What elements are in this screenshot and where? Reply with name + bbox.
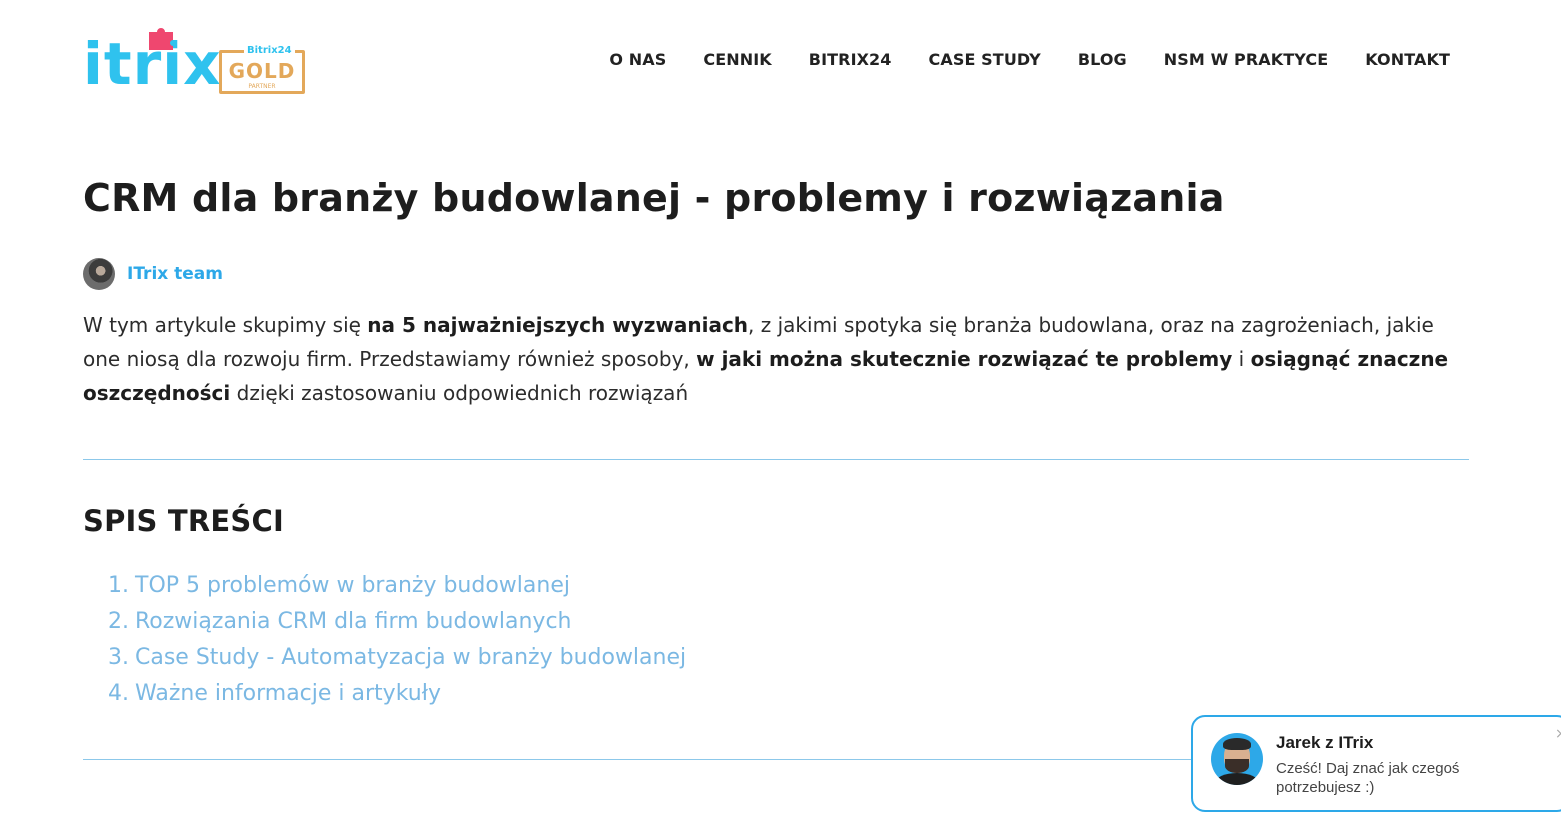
puzzle-piece-icon — [149, 28, 173, 50]
nav-item-kontakt[interactable]: KONTAKT — [1365, 50, 1450, 70]
intro-highlight: w jaki można skutecznie rozwiązać te pro… — [696, 347, 1233, 371]
toc-link[interactable]: TOP 5 problemów w branży budowlanej — [135, 573, 570, 598]
toc-link[interactable]: Case Study - Automatyzacja w branży budo… — [135, 645, 686, 670]
intro-highlight: na 5 najważniejszych wyzwaniach — [367, 313, 749, 337]
intro-text: i — [1232, 347, 1251, 371]
nav-item-bitrix24[interactable]: BITRIX24 — [809, 50, 892, 70]
chat-message: Cześć! Daj znać jak czegoś potrzebujesz … — [1276, 760, 1460, 796]
bitrix24-gold-partner-badge: Bitrix24 GOLD PARTNER — [219, 44, 305, 94]
section-divider — [83, 759, 1191, 760]
toc-item-number: 3. — [108, 645, 129, 670]
main-nav: O NAS CENNIK BITRIX24 CASE STUDY BLOG NS… — [572, 50, 1450, 70]
author-byline[interactable]: ITrix team — [83, 258, 223, 290]
toc-title: SPIS TREŚCI — [83, 504, 284, 538]
chat-agent-avatar — [1211, 733, 1263, 785]
site-logo[interactable]: itrix Bitrix24 GOLD PARTNER — [83, 26, 313, 102]
chat-widget[interactable]: Jarek z ITrix Cześć! Daj znać jak czegoś… — [1191, 715, 1561, 812]
nav-item-cennik[interactable]: CENNIK — [703, 50, 771, 70]
toc-item: 3. Case Study - Automatyzacja w branży bu… — [108, 640, 686, 676]
toc-item-number: 2. — [108, 609, 129, 634]
section-divider — [83, 459, 1469, 460]
toc-link[interactable]: Rozwiązania CRM dla firm budowlanych — [135, 609, 572, 634]
chat-agent-name: Jarek z ITrix — [1276, 733, 1374, 752]
badge-gold-label: GOLD — [228, 59, 296, 83]
toc-item-number: 1. — [108, 573, 129, 598]
intro-text: dzięki zastosowaniu odpowiednich rozwiąz… — [230, 381, 689, 405]
toc-item: 4. Ważne informacje i artykuły — [108, 676, 686, 712]
toc-item: 1. TOP 5 problemów w branży budowlanej — [108, 568, 686, 604]
site-header: itrix Bitrix24 GOLD PARTNER O NAS CENNIK… — [0, 0, 1561, 120]
author-avatar — [83, 258, 115, 290]
nav-item-nsm-w-praktyce[interactable]: NSM W PRAKTYCE — [1164, 50, 1328, 70]
close-icon[interactable]: × — [1555, 727, 1561, 741]
intro-text: W tym artykule skupimy się — [83, 313, 368, 337]
nav-item-o-nas[interactable]: O NAS — [609, 50, 666, 70]
article-intro: W tym artykule skupimy się na 5 najważni… — [83, 308, 1473, 410]
nav-item-blog[interactable]: BLOG — [1078, 50, 1127, 70]
nav-item-case-study[interactable]: CASE STUDY — [929, 50, 1041, 70]
toc-link[interactable]: Ważne informacje i artykuły — [135, 681, 441, 706]
toc-item: 2. Rozwiązania CRM dla firm budowlanych — [108, 604, 686, 640]
badge-partner-label: PARTNER — [248, 83, 276, 90]
badge-top-label: Bitrix24 — [244, 44, 295, 58]
author-name[interactable]: ITrix team — [127, 258, 223, 290]
toc-item-number: 4. — [108, 681, 129, 706]
article-title: CRM dla branży budowlanej - problemy i r… — [83, 176, 1225, 220]
table-of-contents: 1. TOP 5 problemów w branży budowlanej 2.… — [108, 568, 686, 712]
